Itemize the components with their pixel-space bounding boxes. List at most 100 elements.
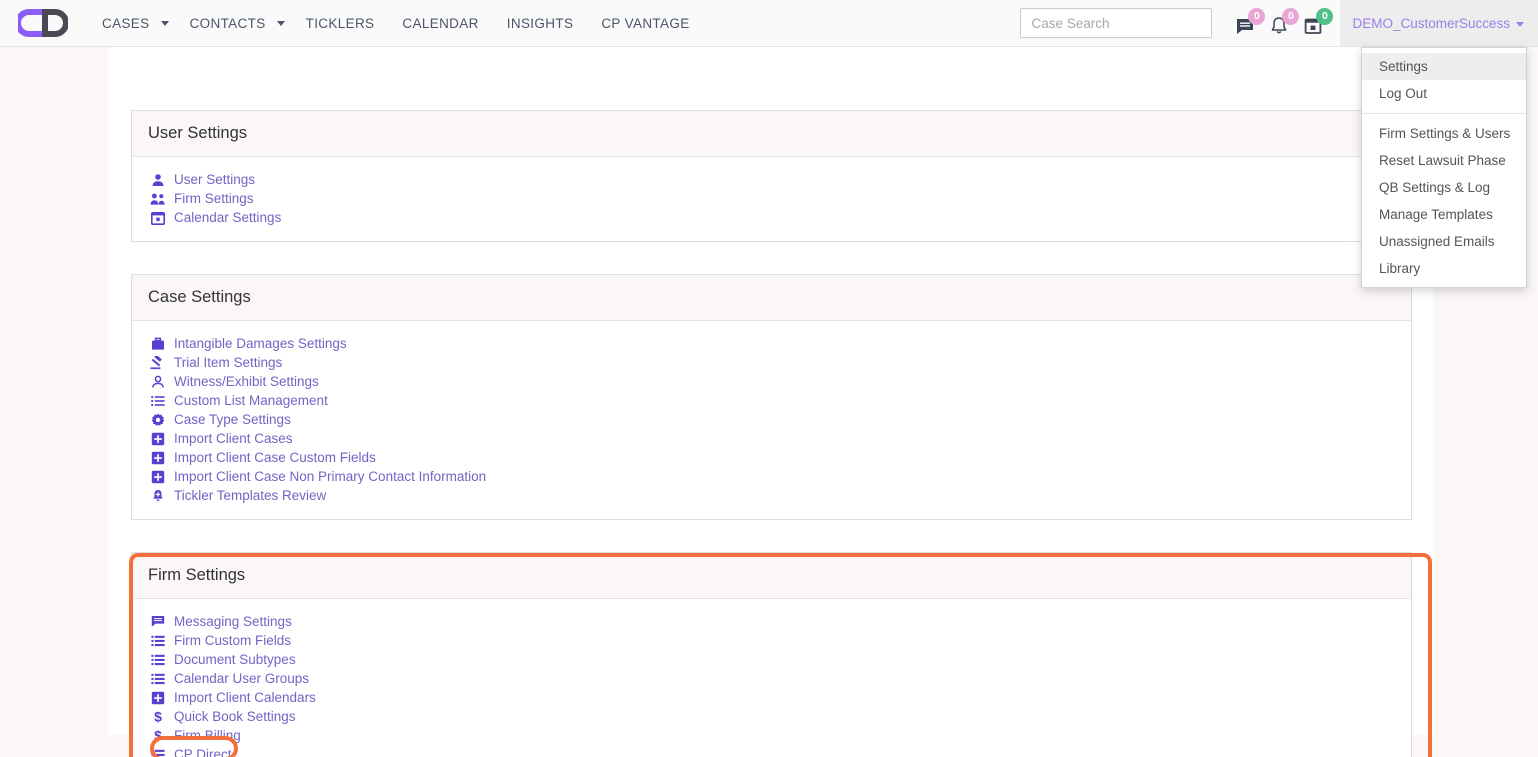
link-firm-settings[interactable]: Firm Settings [174, 189, 254, 208]
link-import-client-calendars[interactable]: Import Client Calendars [174, 688, 316, 707]
person-icon [148, 170, 167, 189]
user-settings-card-title: User Settings [132, 111, 1411, 157]
link-import-client-case-non-primary-contact-information[interactable]: Import Client Case Non Primary Contact I… [174, 467, 486, 486]
message-icon [148, 612, 167, 631]
nav-item-cp-vantage[interactable]: CP VANTAGE [587, 0, 703, 46]
link-import-client-cases[interactable]: Import Client Cases [174, 429, 293, 448]
dropdown-item-manage-templates[interactable]: Manage Templates [1362, 201, 1526, 228]
user-settings-card: User Settings User Settings Firm Setting… [131, 110, 1412, 242]
setting-row[interactable]: CP Direct [148, 745, 1395, 757]
setting-row[interactable]: Case Type Settings [148, 410, 1395, 429]
list-bullet-icon [148, 669, 167, 688]
svg-text:$: $ [154, 728, 162, 743]
link-custom-list-management[interactable]: Custom List Management [174, 391, 328, 410]
nav-item-contacts[interactable]: CONTACTS [176, 0, 280, 46]
dropdown-item-firm-settings-users[interactable]: Firm Settings & Users [1362, 120, 1526, 147]
plus-box-icon [148, 467, 167, 486]
cp-logo-icon[interactable] [16, 6, 70, 40]
notifications-badge-count: 0 [1282, 8, 1300, 25]
gear-icon [148, 410, 167, 429]
top-navigation-bar: CASES CONTACTS TICKLERS CALENDAR INSIGHT… [0, 0, 1538, 47]
plus-box-icon [148, 688, 167, 707]
link-tickler-templates-review[interactable]: Tickler Templates Review [174, 486, 326, 505]
firm-settings-card: Firm Settings Messaging Settings Firm Cu… [131, 552, 1412, 757]
setting-row[interactable]: Document Subtypes [148, 650, 1395, 669]
list-bullet-icon [148, 631, 167, 650]
link-firm-billing[interactable]: Firm Billing [174, 726, 241, 745]
link-calendar-user-groups[interactable]: Calendar User Groups [174, 669, 309, 688]
setting-row[interactable]: Import Client Case Non Primary Contact I… [148, 467, 1395, 486]
link-firm-custom-fields[interactable]: Firm Custom Fields [174, 631, 291, 650]
link-cp-direct[interactable]: CP Direct [174, 745, 232, 757]
calendar-badge-count: 0 [1316, 8, 1334, 25]
setting-row[interactable]: Witness/Exhibit Settings [148, 372, 1395, 391]
nav-item-calendar[interactable]: CALENDAR [388, 0, 492, 46]
setting-row[interactable]: Intangible Damages Settings [148, 334, 1395, 353]
link-calendar-settings[interactable]: Calendar Settings [174, 208, 281, 227]
setting-row[interactable]: Custom List Management [148, 391, 1395, 410]
dropdown-item-reset-lawsuit-phase[interactable]: Reset Lawsuit Phase [1362, 147, 1526, 174]
status-icons-group: 0 0 0 [1234, 8, 1334, 36]
calendar-icon [148, 208, 167, 227]
people-group-icon [148, 189, 167, 208]
case-settings-card-body: Intangible Damages Settings Trial Item S… [132, 321, 1411, 519]
gavel-icon [148, 353, 167, 372]
nav-caret-cases[interactable] [156, 0, 174, 46]
header-right-group: 0 0 0 DEMO_CustomerSuccess [1020, 0, 1538, 46]
bell-plus-icon [148, 486, 167, 505]
case-settings-card-title: Case Settings [132, 275, 1411, 321]
dollar-icon: $ [148, 707, 167, 726]
link-trial-item-settings[interactable]: Trial Item Settings [174, 353, 282, 372]
messages-icon[interactable]: 0 [1234, 8, 1266, 36]
setting-row[interactable]: Calendar Settings [148, 208, 1395, 227]
nav-item-insights[interactable]: INSIGHTS [493, 0, 588, 46]
page-background: User Settings User Settings Firm Setting… [0, 47, 1538, 757]
setting-row[interactable]: Import Client Case Custom Fields [148, 448, 1395, 467]
dropdown-item-unassigned-emails[interactable]: Unassigned Emails [1362, 228, 1526, 255]
case-search-input[interactable] [1020, 8, 1213, 38]
setting-row[interactable]: Tickler Templates Review [148, 486, 1395, 505]
setting-row[interactable]: Firm Custom Fields [148, 631, 1395, 650]
link-user-settings[interactable]: User Settings [174, 170, 255, 189]
setting-row[interactable]: Messaging Settings [148, 612, 1395, 631]
setting-row[interactable]: User Settings [148, 170, 1395, 189]
plus-box-icon [148, 448, 167, 467]
calendar-icon[interactable]: 0 [1302, 8, 1334, 36]
link-import-client-case-custom-fields[interactable]: Import Client Case Custom Fields [174, 448, 376, 467]
plus-box-icon [148, 429, 167, 448]
content-sheet: User Settings User Settings Firm Setting… [108, 47, 1433, 757]
list-bullet-icon [148, 650, 167, 669]
svg-text:$: $ [154, 709, 162, 724]
link-case-type-settings[interactable]: Case Type Settings [174, 410, 291, 429]
chevron-down-icon [1516, 21, 1524, 27]
dropdown-item-qb-settings-log[interactable]: QB Settings & Log [1362, 174, 1526, 201]
link-document-subtypes[interactable]: Document Subtypes [174, 650, 296, 669]
user-menu-label: DEMO_CustomerSuccess [1352, 15, 1510, 31]
firm-settings-card-title: Firm Settings [132, 553, 1411, 599]
link-intangible-damages-settings[interactable]: Intangible Damages Settings [174, 334, 347, 353]
setting-row[interactable]: Calendar User Groups [148, 669, 1395, 688]
main-nav-links: CASES CONTACTS TICKLERS CALENDAR INSIGHT… [88, 0, 704, 46]
link-messaging-settings[interactable]: Messaging Settings [174, 612, 292, 631]
setting-row[interactable]: Import Client Cases [148, 429, 1395, 448]
link-witness-exhibit-settings[interactable]: Witness/Exhibit Settings [174, 372, 319, 391]
user-settings-card-body: User Settings Firm Settings Calendar Set… [132, 157, 1411, 241]
dropdown-item-settings[interactable]: Settings [1362, 53, 1526, 80]
setting-row[interactable]: Import Client Calendars [148, 688, 1395, 707]
dropdown-separator [1362, 113, 1526, 114]
dollar-icon: $ [148, 726, 167, 745]
dropdown-item-log-out[interactable]: Log Out [1362, 80, 1526, 107]
nav-caret-contacts[interactable] [272, 0, 290, 46]
dropdown-item-library[interactable]: Library [1362, 255, 1526, 282]
setting-row[interactable]: $ Quick Book Settings [148, 707, 1395, 726]
nav-item-cases[interactable]: CASES [88, 0, 164, 46]
notifications-bell-icon[interactable]: 0 [1268, 8, 1300, 36]
setting-row[interactable]: Firm Settings [148, 189, 1395, 208]
link-quick-book-settings[interactable]: Quick Book Settings [174, 707, 296, 726]
setting-row[interactable]: Trial Item Settings [148, 353, 1395, 372]
user-menu-button[interactable]: DEMO_CustomerSuccess [1340, 0, 1538, 46]
list-icon [148, 391, 167, 410]
briefcase-icon [148, 334, 167, 353]
setting-row[interactable]: $ Firm Billing [148, 726, 1395, 745]
nav-item-ticklers[interactable]: TICKLERS [292, 0, 389, 46]
